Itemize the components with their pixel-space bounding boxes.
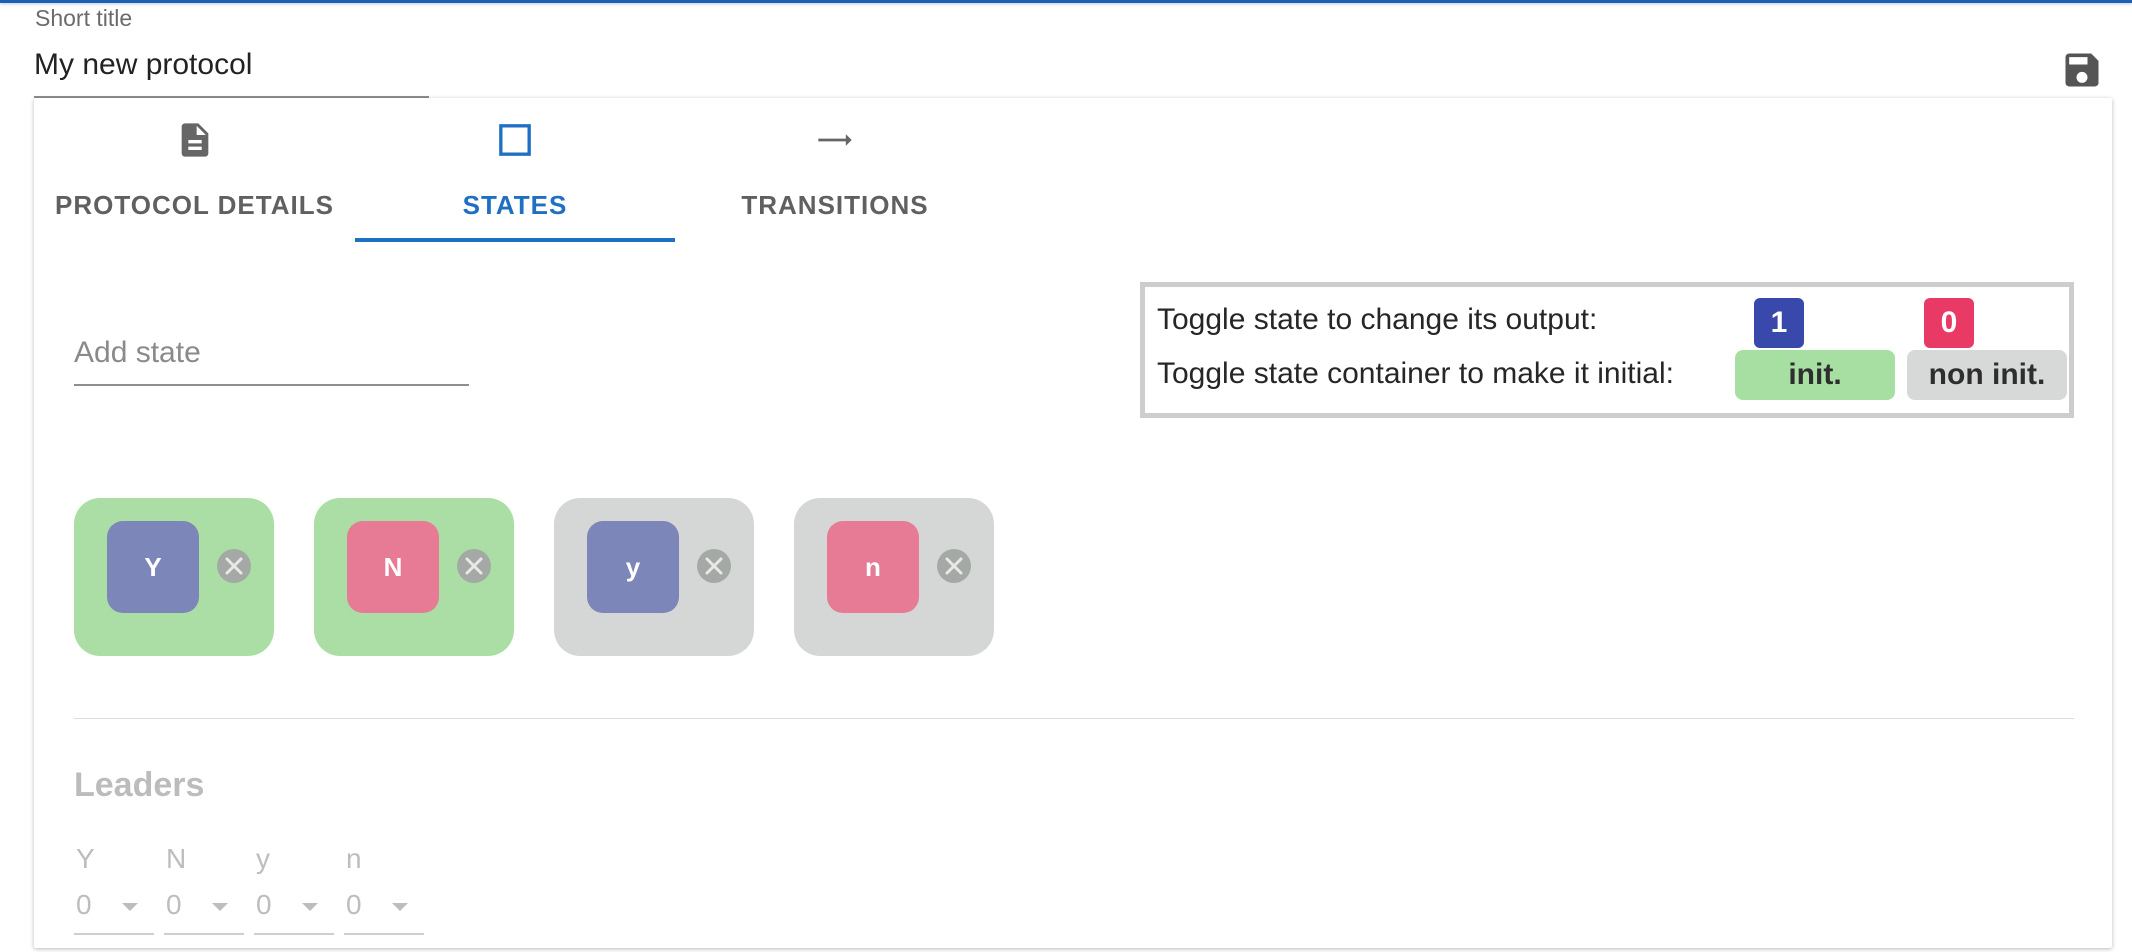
tab-label: STATES (462, 190, 568, 220)
leader-value[interactable]: 0 (166, 889, 182, 921)
section-divider (74, 718, 2074, 719)
initial-badge[interactable]: init. (1735, 350, 1895, 400)
state-container-y-upper[interactable]: Y (74, 498, 274, 656)
state-container-y-lower[interactable]: y (554, 498, 754, 656)
output-one-badge[interactable]: 1 (1754, 298, 1804, 348)
leader-select[interactable]: 0 (74, 885, 154, 935)
leader-count-y-upper: Y 0 (74, 843, 154, 935)
state-container-n-upper[interactable]: N (314, 498, 514, 656)
add-state-placeholder: Add state (74, 336, 201, 369)
leader-label: y (256, 843, 270, 874)
square-outline-icon (499, 124, 531, 156)
close-circle-icon[interactable] (216, 548, 252, 584)
output-zero-badge[interactable]: 0 (1924, 298, 1974, 348)
leader-select[interactable]: 0 (164, 885, 244, 935)
state-chip[interactable]: N (347, 521, 439, 613)
output-legend-text: Toggle state to change its output: (1157, 303, 1598, 336)
leader-select[interactable]: 0 (344, 885, 424, 935)
leader-count-y-lower: y 0 (254, 843, 334, 935)
add-state-input[interactable]: Add state (74, 332, 469, 386)
close-circle-icon[interactable] (696, 548, 732, 584)
leader-label: N (166, 843, 187, 874)
leader-label: n (346, 843, 362, 874)
state-container-n-lower[interactable]: n (794, 498, 994, 656)
active-tab-indicator (355, 238, 675, 242)
leader-count-n-upper: N 0 (164, 843, 244, 935)
leader-value[interactable]: 0 (76, 889, 92, 921)
chevron-down-icon[interactable] (210, 901, 230, 913)
arrow-right-icon (818, 134, 852, 146)
tab-label: PROTOCOL DETAILS (55, 190, 334, 220)
tab-label: TRANSITIONS (741, 190, 929, 220)
chevron-down-icon[interactable] (120, 901, 140, 913)
tab-protocol-details[interactable]: PROTOCOL DETAILS (34, 98, 355, 243)
top-accent-bar (0, 0, 2132, 3)
state-legend: Toggle state to change its output: 1 0 T… (1140, 282, 2074, 418)
state-chip[interactable]: n (827, 521, 919, 613)
chevron-down-icon[interactable] (300, 901, 320, 913)
close-circle-icon[interactable] (936, 548, 972, 584)
save-icon[interactable] (2060, 48, 2104, 92)
save-button[interactable] (2060, 48, 2104, 92)
initial-legend-text: Toggle state container to make it initia… (1157, 357, 1674, 390)
leaders-heading: Leaders (74, 766, 205, 804)
short-title-value[interactable]: My new protocol (34, 48, 252, 82)
document-icon (181, 123, 208, 157)
leader-value[interactable]: 0 (256, 889, 272, 921)
tab-states[interactable]: STATES (355, 98, 675, 243)
chevron-down-icon[interactable] (390, 901, 410, 913)
close-circle-icon[interactable] (456, 548, 492, 584)
protocol-editor-card: PROTOCOL DETAILS STATES TRANSITIONS Add … (34, 98, 2112, 948)
non-initial-badge[interactable]: non init. (1907, 350, 2067, 400)
short-title-label: Short title (35, 5, 133, 31)
leader-label: Y (76, 843, 95, 874)
leader-value[interactable]: 0 (346, 889, 362, 921)
state-chip[interactable]: Y (107, 521, 199, 613)
leader-count-n-lower: n 0 (344, 843, 424, 935)
tab-transitions[interactable]: TRANSITIONS (675, 98, 995, 243)
short-title-input[interactable]: My new protocol (34, 46, 429, 98)
leader-select[interactable]: 0 (254, 885, 334, 935)
state-chip[interactable]: y (587, 521, 679, 613)
